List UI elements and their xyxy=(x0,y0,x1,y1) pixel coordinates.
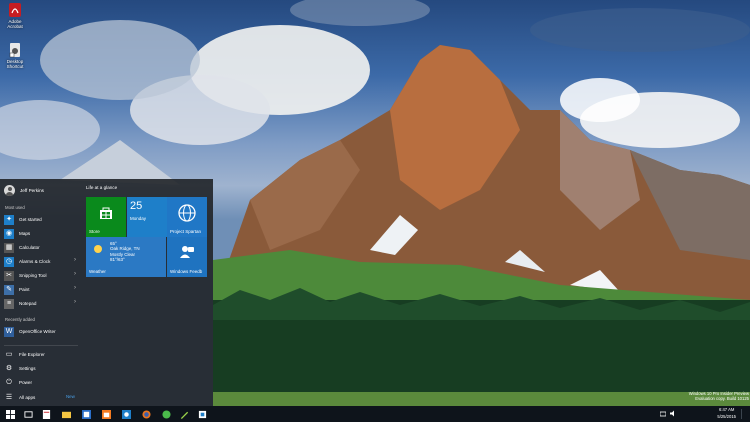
tile-project-spartan[interactable]: Project Spartan xyxy=(167,197,207,237)
menu-item-paint[interactable]: ✎ Paint › xyxy=(4,283,78,296)
calendar-day: 25 xyxy=(130,200,143,212)
list-icon: ☰ xyxy=(5,393,13,401)
network-icon[interactable] xyxy=(660,410,666,417)
taskbar-store[interactable] xyxy=(98,406,114,422)
tile-label: Windows Feedb xyxy=(170,269,203,274)
tile-store[interactable]: Store xyxy=(86,197,126,237)
menu-item-openoffice-writer[interactable]: W OpenOffice Writer xyxy=(4,325,78,338)
notepad-icon xyxy=(180,411,188,419)
lightbulb-icon: ✦ xyxy=(4,214,14,225)
file-explorer-icon xyxy=(61,411,71,418)
avatar xyxy=(4,184,15,196)
chevron-right-icon[interactable]: › xyxy=(74,257,76,263)
menu-item-get-started[interactable]: ✦ Get started xyxy=(4,213,78,226)
recently-added-label: Recently added xyxy=(5,317,35,322)
chevron-right-icon[interactable]: › xyxy=(74,271,76,277)
paint-icon xyxy=(161,409,171,419)
clock-time: 6:47 AM xyxy=(718,407,735,412)
taskbar-acrobat[interactable] xyxy=(38,406,54,422)
chevron-right-icon[interactable]: › xyxy=(74,299,76,305)
store-bag-icon xyxy=(100,207,112,219)
store-icon xyxy=(121,409,131,419)
tile-calendar[interactable]: 25 Monday xyxy=(127,197,167,237)
pdf-icon xyxy=(7,2,23,18)
paint-icon: ✎ xyxy=(4,284,14,295)
firefox-icon xyxy=(141,409,151,419)
writer-icon: W xyxy=(4,326,14,337)
taskbar-file-explorer[interactable] xyxy=(58,406,74,422)
desktop-icon-label: Adobe Acrobat xyxy=(7,19,23,29)
snipping-icon xyxy=(198,410,206,418)
menu-item-settings[interactable]: ⚙ Settings xyxy=(4,362,78,375)
clock-icon: ◷ xyxy=(4,256,14,267)
calendar-weekday: Monday xyxy=(130,216,147,221)
tile-label: Weather xyxy=(89,269,106,274)
taskbar-paint[interactable] xyxy=(158,406,174,422)
build-watermark: Windows 10 Pro Insider Preview Evaluatio… xyxy=(688,391,749,401)
taskbar-app-blue[interactable] xyxy=(118,406,134,422)
divider xyxy=(4,345,78,346)
notepad-icon: ≡ xyxy=(4,298,14,309)
store-icon xyxy=(101,409,111,419)
tile-label: Store xyxy=(89,229,100,234)
windows-icon xyxy=(5,409,15,419)
folder-icon: ▭ xyxy=(5,350,13,358)
menu-item-alarms-clock[interactable]: ◷ Alarms & Clock › xyxy=(4,255,78,268)
maps-icon: ◉ xyxy=(4,228,14,239)
desktop-icon-label: Desktop Shortcut xyxy=(6,59,24,69)
feedback-icon xyxy=(180,246,194,258)
calculator-icon: ▦ xyxy=(4,242,14,253)
gear-icon: ⚙ xyxy=(5,364,13,372)
menu-item-calculator[interactable]: ▦ Calculator xyxy=(4,241,78,254)
clock-date: 5/25/2015 xyxy=(717,413,736,419)
scissors-icon: ✂ xyxy=(4,270,14,281)
notification-icon[interactable] xyxy=(741,409,748,419)
taskbar-snipping[interactable] xyxy=(194,406,210,422)
most-used-label: Most used xyxy=(5,205,25,210)
menu-item-file-explorer[interactable]: ▭ File Explorer xyxy=(4,348,78,361)
taskbar: 6:47 AM 5/25/2015 xyxy=(0,406,750,422)
task-view-button[interactable] xyxy=(20,406,36,422)
tile-label: Project Spartan xyxy=(170,229,202,234)
taskbar-notepad[interactable] xyxy=(176,406,192,422)
tile-windows-feedback[interactable]: Windows Feedb xyxy=(167,237,207,277)
volume-icon[interactable] xyxy=(670,410,676,417)
shortcut-icon xyxy=(7,42,23,58)
menu-item-maps[interactable]: ◉ Maps xyxy=(4,227,78,240)
tile-weather[interactable]: 65° Oak Ridge, TN Mostly Clear 81°/63° W… xyxy=(86,237,166,277)
globe-icon xyxy=(178,204,196,222)
tiles-group-header[interactable]: Life at a glance xyxy=(86,185,117,190)
tray-clock[interactable]: 6:47 AM 5/25/2015 xyxy=(717,407,736,420)
taskbar-office[interactable] xyxy=(78,406,94,422)
chevron-right-icon[interactable]: › xyxy=(74,285,76,291)
desktop-icon-shortcut[interactable]: Desktop Shortcut xyxy=(2,42,28,69)
start-left-column: Jeff Perkins Most used ✦ Get started ◉ M… xyxy=(0,179,82,406)
user-account[interactable]: Jeff Perkins xyxy=(4,184,44,196)
start-button[interactable] xyxy=(2,406,18,422)
menu-item-notepad[interactable]: ≡ Notepad › xyxy=(4,297,78,310)
weather-details: 65° Oak Ridge, TN Mostly Clear 81°/63° xyxy=(110,241,140,263)
new-badge: New xyxy=(66,394,75,399)
menu-item-snipping-tool[interactable]: ✂ Snipping Tool › xyxy=(4,269,78,282)
menu-item-power[interactable]: ⏻ Power xyxy=(4,376,78,389)
user-name: Jeff Perkins xyxy=(20,187,44,193)
sun-icon xyxy=(94,245,102,253)
office-icon xyxy=(81,409,91,419)
desktop-icon-adobe[interactable]: Adobe Acrobat xyxy=(2,2,28,29)
pdf-icon xyxy=(42,409,50,419)
taskbar-firefox[interactable] xyxy=(138,406,154,422)
task-view-icon xyxy=(23,410,33,418)
power-icon: ⏻ xyxy=(6,378,12,386)
